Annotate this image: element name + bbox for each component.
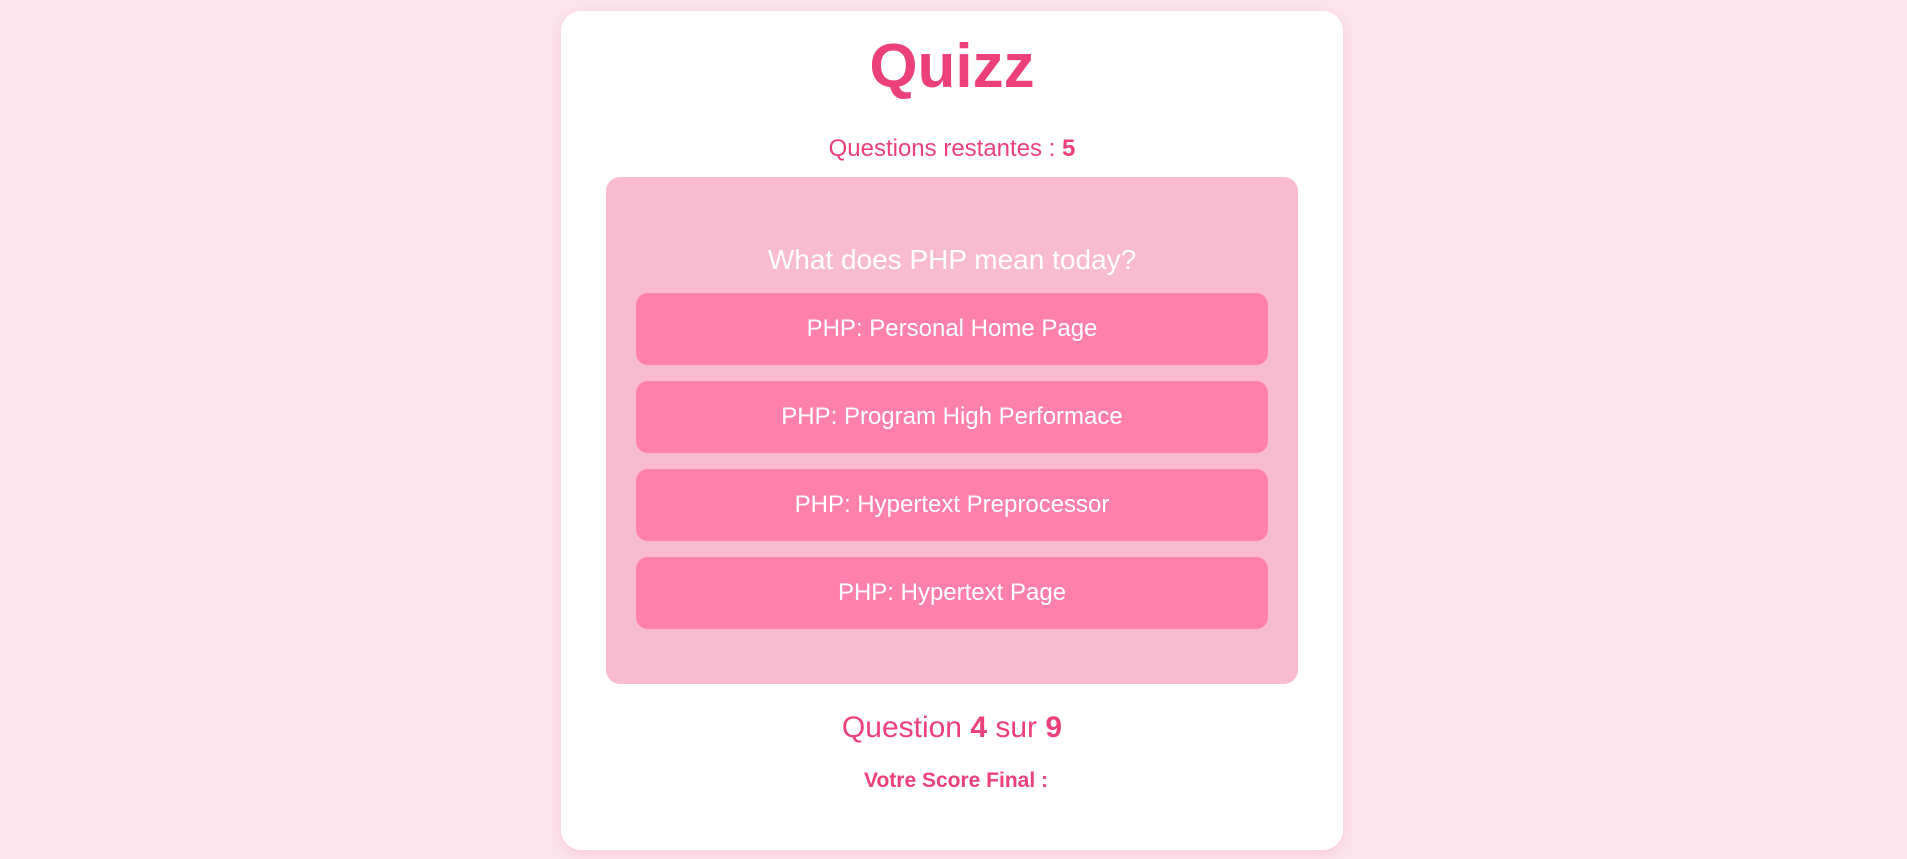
answer-button-2[interactable]: PHP: Program High Performace bbox=[636, 381, 1268, 453]
progress-total: 9 bbox=[1045, 711, 1063, 744]
answer-button-4[interactable]: PHP: Hypertext Page bbox=[636, 557, 1268, 629]
quiz-card: Quizz Questions restantes : 5 What does … bbox=[561, 11, 1343, 850]
quiz-title: Quizz bbox=[869, 32, 1035, 101]
progress-middle: sur bbox=[987, 711, 1046, 744]
progress-current: 4 bbox=[970, 711, 988, 744]
remaining-count: 5 bbox=[1062, 135, 1076, 162]
final-score-label: Votre Score Final : bbox=[864, 769, 1048, 792]
question-box: What does PHP mean today? PHP: Personal … bbox=[606, 177, 1298, 684]
answer-button-3[interactable]: PHP: Hypertext Preprocessor bbox=[636, 469, 1268, 541]
remaining-label: Questions restantes : bbox=[828, 135, 1063, 162]
question-text: What does PHP mean today? bbox=[767, 244, 1137, 275]
answer-button-1[interactable]: PHP: Personal Home Page bbox=[636, 293, 1268, 365]
remaining-questions: Questions restantes : 5 bbox=[561, 135, 1343, 163]
question-progress: Question 4 sur 9 bbox=[561, 711, 1343, 745]
progress-prefix: Question bbox=[841, 711, 971, 744]
